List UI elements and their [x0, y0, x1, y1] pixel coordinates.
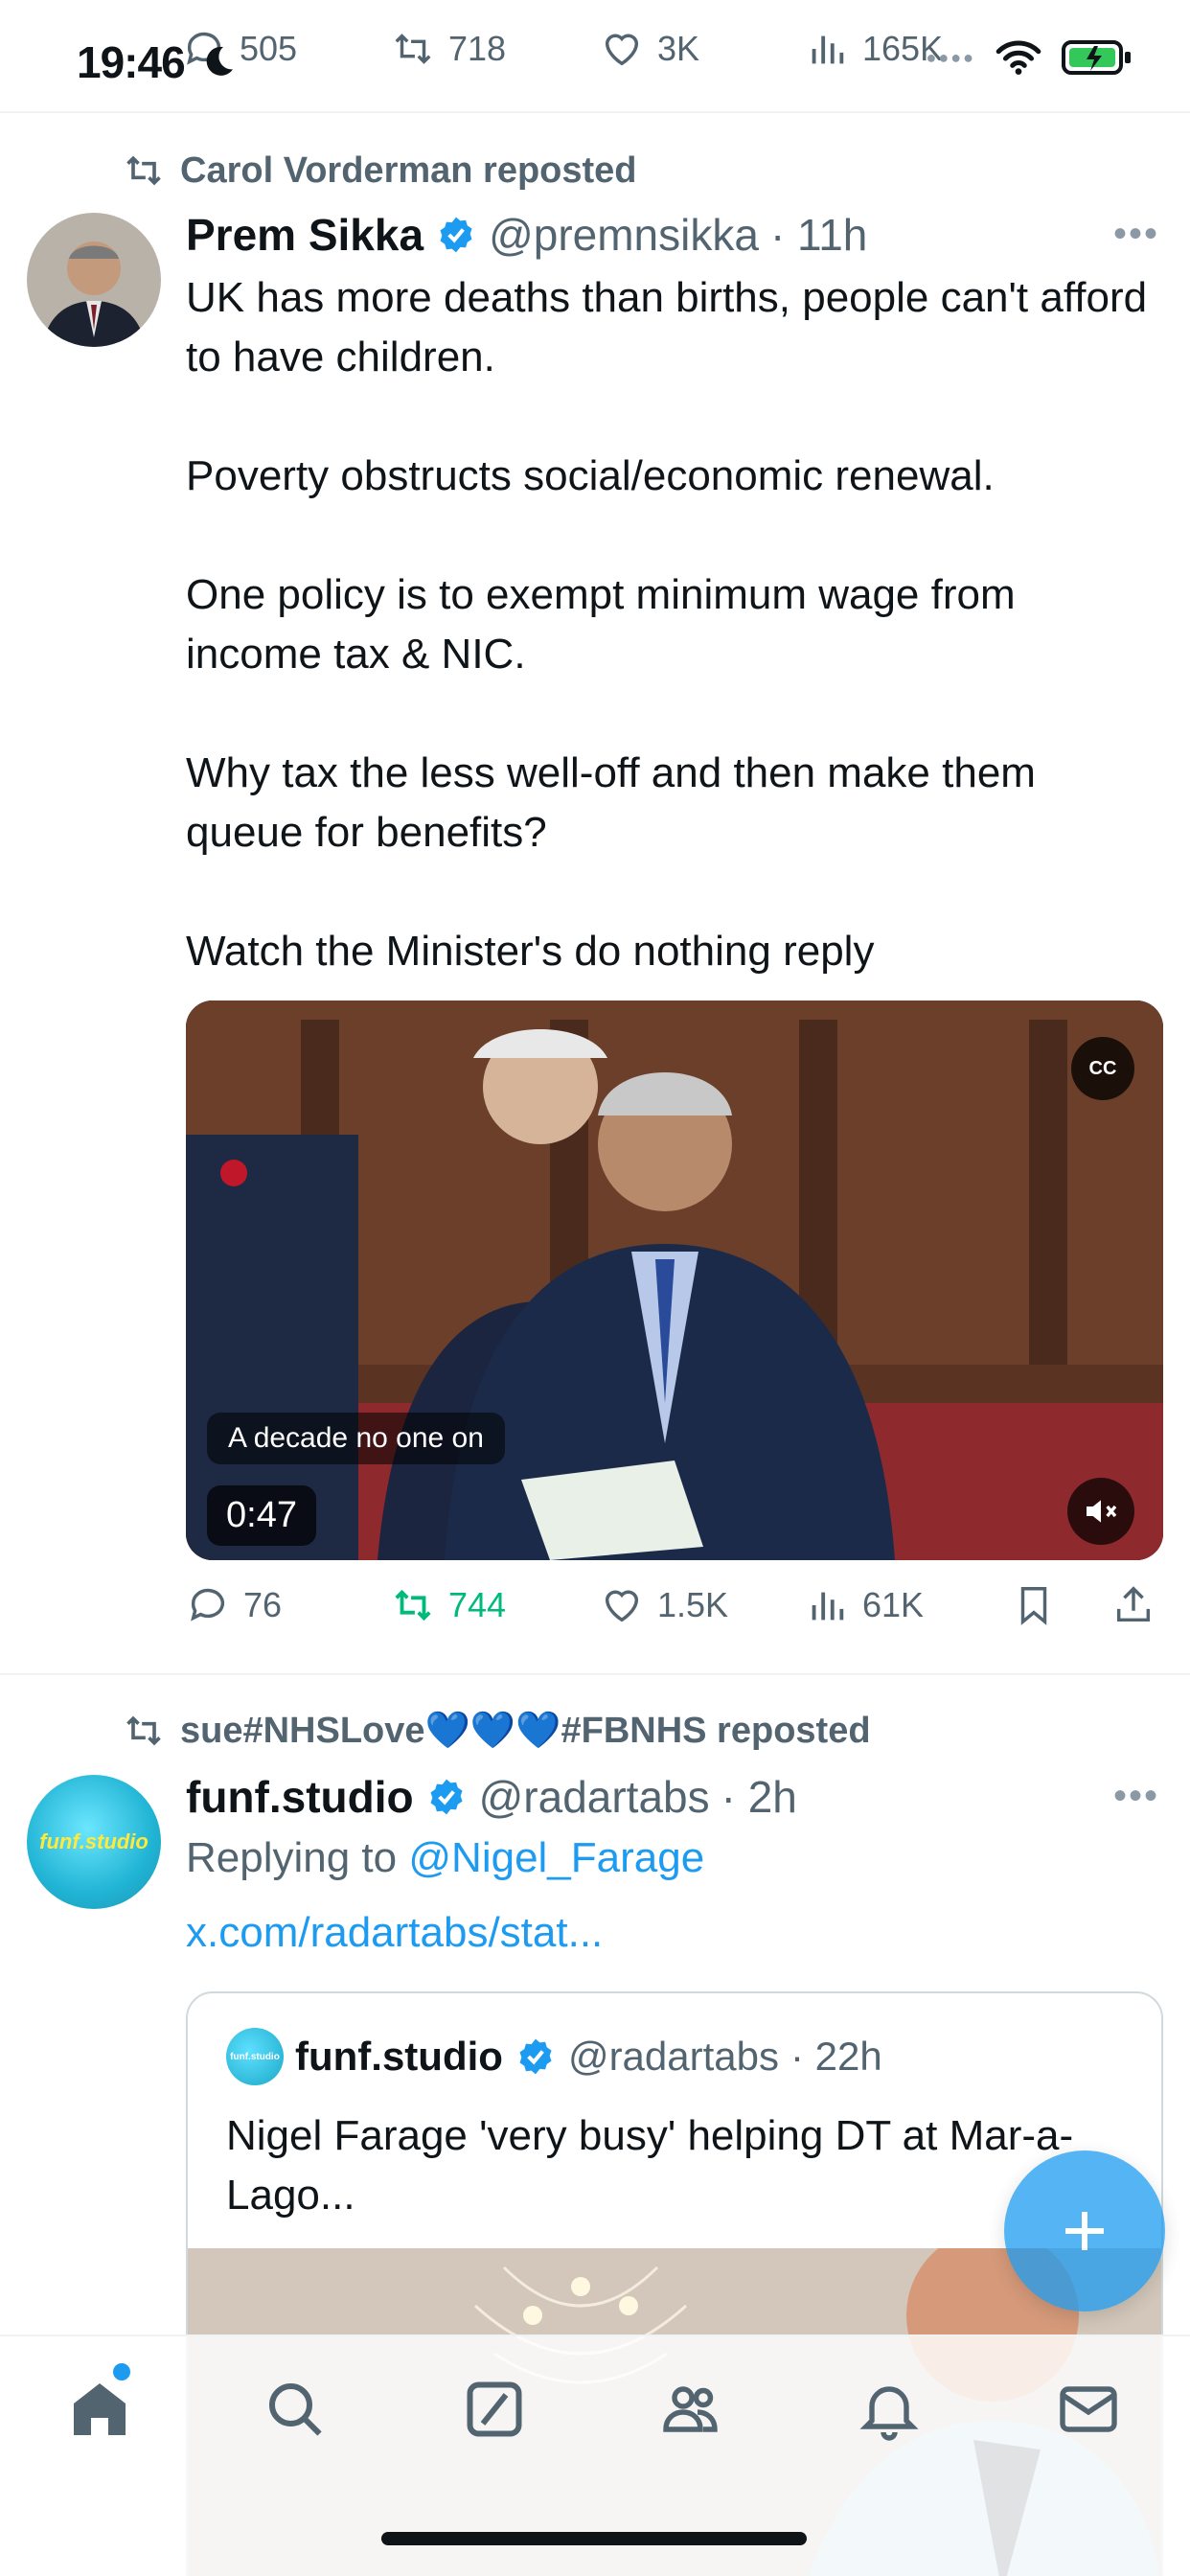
- moon-icon: [206, 46, 233, 76]
- tab-messages[interactable]: [1054, 2375, 1123, 2444]
- repost-count: 744: [448, 1585, 507, 1624]
- author-handle[interactable]: @premnsikka: [489, 209, 759, 261]
- tab-grok[interactable]: [460, 2375, 529, 2444]
- video-player[interactable]: CC A decade no one on 0:47: [186, 1000, 1163, 1560]
- tab-search[interactable]: [261, 2375, 330, 2444]
- repost-indicator[interactable]: Carol Vorderman reposted: [123, 150, 637, 192]
- tweet-header: funf.studio @radartabs · 2h: [186, 1771, 797, 1823]
- like-count: 3K: [657, 29, 700, 68]
- more-options-icon[interactable]: •••: [1113, 1775, 1159, 1818]
- repost-count: 718: [448, 29, 507, 68]
- quote-avatar-text: funf.studio: [230, 2051, 280, 2062]
- home-indicator: [381, 2532, 807, 2545]
- views-icon: [812, 35, 844, 64]
- mail-icon: [1060, 2386, 1117, 2432]
- heart-icon: [605, 1590, 639, 1622]
- views-action[interactable]: 165K: [805, 27, 943, 71]
- tweet-header: Prem Sikka @premnsikka · 11h: [186, 209, 867, 261]
- like-action[interactable]: 3K: [600, 27, 699, 71]
- tweet-divider: [0, 1673, 1190, 1675]
- author-name[interactable]: Prem Sikka: [186, 209, 423, 261]
- tweet-link[interactable]: x.com/radartabs/stat...: [186, 1909, 603, 1957]
- avatar[interactable]: funf.studio: [27, 1775, 161, 1909]
- verified-badge-icon: [440, 217, 472, 253]
- repost-action[interactable]: 718: [391, 27, 506, 71]
- notification-dot: [113, 2363, 130, 2380]
- bell-icon: [859, 2386, 919, 2441]
- verified-badge-icon: [519, 2038, 552, 2075]
- plus-icon: [1065, 2212, 1104, 2250]
- reply-count: 505: [240, 29, 298, 68]
- video-caption: A decade no one on: [207, 1413, 505, 1464]
- repost-icon: [126, 155, 161, 186]
- reply-action[interactable]: 76: [186, 1583, 282, 1627]
- wifi-icon: [995, 40, 1041, 75]
- tab-home[interactable]: [65, 2375, 134, 2444]
- communities-icon: [663, 2386, 718, 2432]
- quote-text: Nigel Farage 'very busy' helping DT at M…: [226, 2112, 1074, 2219]
- replying-to-handle[interactable]: @Nigel_Farage: [408, 1834, 704, 1881]
- author-name[interactable]: funf.studio: [186, 1771, 414, 1823]
- tweet-time: · 2h: [721, 1772, 797, 1822]
- captions-button[interactable]: CC: [1071, 1037, 1134, 1100]
- tweet-paragraph: One policy is to exempt minimum wage fro…: [186, 571, 1016, 678]
- grok-icon: [467, 2381, 522, 2437]
- quote-header: funf.studio funf.studio @radartabs · 22h: [226, 2028, 882, 2085]
- video-frame: [186, 1000, 1163, 1560]
- reply-icon: [191, 1588, 225, 1622]
- avatar-text: funf.studio: [39, 1829, 149, 1853]
- tweet-paragraph: UK has more deaths than births, people c…: [186, 274, 1148, 380]
- reposted-by-label: Carol Vorderman reposted: [180, 150, 637, 191]
- signal-dots-icon: ●●●●: [926, 47, 975, 67]
- quote-handle: @radartabs: [567, 2034, 780, 2079]
- quote-avatar: funf.studio: [226, 2028, 284, 2085]
- share-icon: [1116, 1586, 1151, 1622]
- replying-to: Replying to @Nigel_Farage: [186, 1834, 704, 1882]
- views-action[interactable]: 61K: [805, 1583, 924, 1627]
- tweet-paragraph: Why tax the less well-off and then make …: [186, 749, 1036, 856]
- verified-badge-icon: [430, 1779, 463, 1815]
- mute-button[interactable]: [1067, 1478, 1134, 1545]
- tweet-text: UK has more deaths than births, people c…: [186, 268, 1154, 981]
- bookmark-icon: [1020, 1587, 1047, 1625]
- share-button[interactable]: [1111, 1583, 1156, 1627]
- avatar[interactable]: [27, 213, 161, 347]
- like-action[interactable]: 1.5K: [600, 1583, 728, 1627]
- tab-notifications[interactable]: [855, 2375, 924, 2444]
- heart-icon: [605, 34, 639, 66]
- battery-icon: [1062, 40, 1131, 75]
- search-icon: [269, 2383, 322, 2436]
- status-bar: 505 718 3K 165K 19:46 ●●●●: [0, 0, 1190, 113]
- views-icon: [812, 1592, 844, 1621]
- tweet-actions: 76 744 1.5K 61K: [182, 1583, 1179, 1641]
- repost-action[interactable]: 744: [391, 1583, 506, 1627]
- views-count: 61K: [862, 1585, 925, 1624]
- author-photo: [27, 213, 161, 347]
- repost-indicator[interactable]: sue#NHSLove💙💙💙#FBNHS reposted: [123, 1710, 871, 1752]
- quote-time: · 22h: [790, 2034, 882, 2079]
- like-count: 1.5K: [657, 1585, 729, 1624]
- reposted-by-label: sue#NHSLove💙💙💙#FBNHS reposted: [180, 1711, 871, 1751]
- quote-author-name: funf.studio: [295, 2034, 503, 2079]
- compose-button[interactable]: [1004, 2150, 1165, 2312]
- home-icon: [74, 2383, 126, 2435]
- repost-icon: [126, 1715, 161, 1746]
- author-handle[interactable]: @radartabs: [479, 1771, 710, 1823]
- tab-communities[interactable]: [657, 2375, 726, 2444]
- more-options-icon[interactable]: •••: [1113, 213, 1159, 256]
- status-time: 19:46: [77, 37, 186, 87]
- bookmark-button[interactable]: [1012, 1583, 1056, 1627]
- tweet-paragraph: Watch the Minister's do nothing reply: [186, 928, 875, 975]
- reply-count: 76: [243, 1585, 283, 1624]
- tweet-paragraph: Poverty obstructs social/economic renewa…: [186, 452, 995, 499]
- repost-icon: [395, 1589, 431, 1622]
- video-duration: 0:47: [207, 1485, 316, 1546]
- muted-speaker-icon: [1087, 1500, 1117, 1523]
- repost-icon: [395, 34, 431, 64]
- replying-to-label: Replying to: [186, 1834, 398, 1881]
- tweet-time: · 11h: [769, 210, 868, 260]
- status-icons: ●●●●: [927, 38, 1133, 77]
